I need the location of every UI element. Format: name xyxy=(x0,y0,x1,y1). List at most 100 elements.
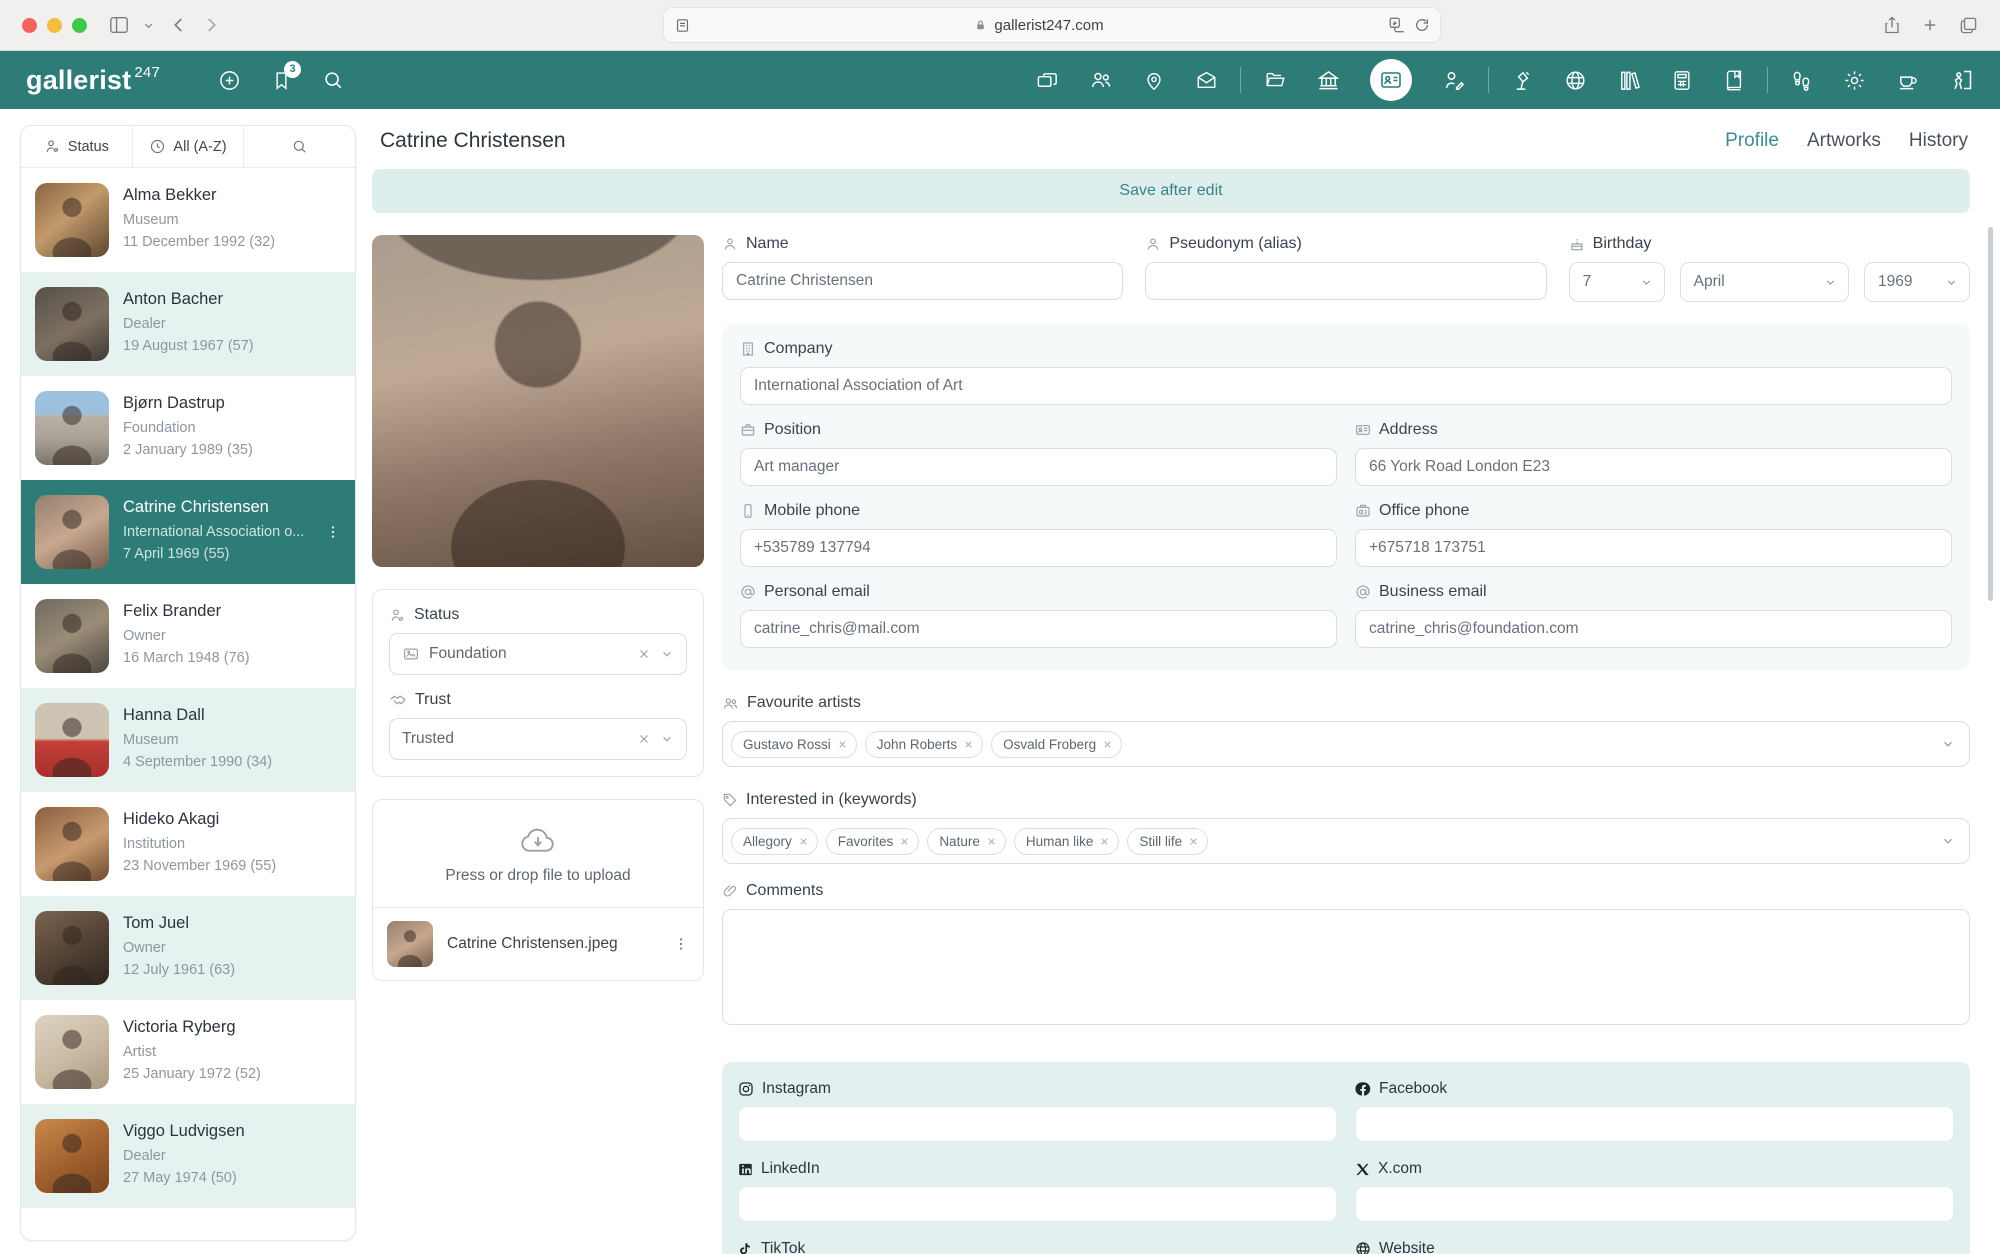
chevron-down-icon[interactable] xyxy=(143,20,154,31)
address-card-icon xyxy=(1355,422,1371,438)
keyword-chip[interactable]: Still life xyxy=(1127,828,1208,855)
footprints-icon[interactable] xyxy=(1790,69,1813,92)
contact-list-item[interactable]: Hanna DallMuseum4 September 1990 (34) xyxy=(21,688,355,792)
clear-icon[interactable] xyxy=(637,732,651,746)
contact-card-icon-active[interactable] xyxy=(1370,59,1412,101)
keyword-chip[interactable]: Human like xyxy=(1014,828,1120,855)
folder-icon[interactable] xyxy=(1263,69,1287,91)
contact-list-item[interactable]: Victoria RybergArtist25 January 1972 (52… xyxy=(21,1000,355,1104)
globe-icon[interactable] xyxy=(1564,69,1587,92)
save-after-edit-banner[interactable]: Save after edit xyxy=(372,169,1970,213)
artist-chip[interactable]: Osvald Froberg xyxy=(991,731,1122,758)
url-bar[interactable]: gallerist247.com xyxy=(663,7,1441,43)
lamp-icon[interactable] xyxy=(1511,69,1534,92)
personal-email-input[interactable] xyxy=(740,610,1337,648)
contact-list-item[interactable]: Alma BekkerMuseum11 December 1992 (32) xyxy=(21,168,355,272)
mail-icon[interactable] xyxy=(1195,69,1218,91)
favourite-artists-select[interactable]: Gustavo Rossi John Roberts Osvald Frober… xyxy=(722,721,1970,767)
name-input[interactable] xyxy=(722,262,1123,300)
chip-remove-icon[interactable] xyxy=(899,836,910,847)
comments-textarea[interactable] xyxy=(722,909,1970,1025)
tab-history[interactable]: History xyxy=(1909,130,1968,152)
calculator-icon[interactable] xyxy=(1671,69,1693,92)
attachment-menu-icon[interactable] xyxy=(673,936,689,952)
filter-status-button[interactable]: Status xyxy=(21,126,133,167)
logout-icon[interactable] xyxy=(1950,68,1974,92)
back-button[interactable] xyxy=(170,16,188,34)
close-window-button[interactable] xyxy=(22,18,37,33)
artist-chip[interactable]: Gustavo Rossi xyxy=(731,731,857,758)
contact-list-item[interactable]: Felix BranderOwner16 March 1948 (76) xyxy=(21,584,355,688)
tab-profile[interactable]: Profile xyxy=(1725,130,1779,152)
address-input[interactable] xyxy=(1355,448,1952,486)
contact-list-item[interactable]: Anton BacherDealer19 August 1967 (57) xyxy=(21,272,355,376)
keyword-chip[interactable]: Favorites xyxy=(826,828,920,855)
status-select[interactable]: Foundation xyxy=(389,633,687,675)
chevron-down-icon[interactable] xyxy=(1941,737,1955,751)
instagram-input[interactable] xyxy=(738,1106,1337,1142)
catalog-icon[interactable] xyxy=(1723,69,1745,92)
keywords-select[interactable]: Allegory Favorites Nature Human like Sti… xyxy=(722,818,1970,864)
chevron-down-icon[interactable] xyxy=(660,647,674,661)
chip-remove-icon[interactable] xyxy=(1099,836,1110,847)
forward-button[interactable] xyxy=(202,16,220,34)
office-phone-input[interactable] xyxy=(1355,529,1952,567)
chip-remove-icon[interactable] xyxy=(963,739,974,750)
sidebar-toggle-icon[interactable] xyxy=(109,16,129,34)
new-tab-icon[interactable] xyxy=(1921,16,1939,34)
tab-overview-icon[interactable] xyxy=(1959,16,1978,35)
translate-icon[interactable] xyxy=(1388,16,1406,34)
chip-remove-icon[interactable] xyxy=(986,836,997,847)
app-logo[interactable]: gallerist247 xyxy=(26,67,160,94)
reader-icon[interactable] xyxy=(674,17,691,34)
mobile-phone-input[interactable] xyxy=(740,529,1337,567)
clients-icon[interactable] xyxy=(1089,68,1113,92)
contact-list-item[interactable]: Viggo LudvigsenDealer27 May 1974 (50) xyxy=(21,1104,355,1208)
search-icon[interactable] xyxy=(322,69,344,91)
chip-remove-icon[interactable] xyxy=(798,836,809,847)
locations-icon[interactable] xyxy=(1143,69,1165,92)
contact-search-button[interactable] xyxy=(244,126,355,167)
birthday-day-select[interactable]: 7 xyxy=(1569,262,1665,302)
chevron-down-icon[interactable] xyxy=(1941,834,1955,848)
keyword-chip[interactable]: Nature xyxy=(927,828,1006,855)
screens-icon[interactable] xyxy=(1036,69,1059,92)
company-input[interactable] xyxy=(740,367,1952,405)
chip-remove-icon[interactable] xyxy=(837,739,848,750)
contact-list-item[interactable]: Tom JuelOwner12 July 1961 (63) xyxy=(21,896,355,1000)
business-email-input[interactable] xyxy=(1355,610,1952,648)
contact-more-options-icon[interactable] xyxy=(325,524,341,540)
zoom-window-button[interactable] xyxy=(72,18,87,33)
trust-select[interactable]: Trusted xyxy=(389,718,687,760)
linkedin-input[interactable] xyxy=(738,1186,1337,1222)
chip-remove-icon[interactable] xyxy=(1188,836,1199,847)
chevron-down-icon[interactable] xyxy=(660,732,674,746)
person-edit-icon[interactable] xyxy=(1442,68,1466,92)
scrollbar-thumb[interactable] xyxy=(1988,227,1993,601)
settings-icon[interactable] xyxy=(1843,69,1866,92)
contact-list-item[interactable]: Hideko AkagiInstitution23 November 1969 … xyxy=(21,792,355,896)
pseudonym-input[interactable] xyxy=(1145,262,1546,300)
coffee-icon[interactable] xyxy=(1896,69,1920,92)
museum-icon[interactable] xyxy=(1317,69,1340,92)
xcom-input[interactable] xyxy=(1355,1186,1954,1222)
keyword-chip[interactable]: Allegory xyxy=(731,828,818,855)
birthday-year-select[interactable]: 1969 xyxy=(1864,262,1970,302)
minimize-window-button[interactable] xyxy=(47,18,62,33)
clear-icon[interactable] xyxy=(637,647,651,661)
bookmarks-icon[interactable]: 3 xyxy=(271,69,292,92)
chip-remove-icon[interactable] xyxy=(1102,739,1113,750)
contact-list-item-selected[interactable]: Catrine ChristensenInternational Associa… xyxy=(21,480,355,584)
filter-sort-button[interactable]: All (A-Z) xyxy=(133,126,245,167)
library-icon[interactable] xyxy=(1617,69,1641,92)
facebook-input[interactable] xyxy=(1355,1106,1954,1142)
birthday-month-select[interactable]: April xyxy=(1680,262,1849,302)
share-icon[interactable] xyxy=(1883,15,1901,35)
add-icon[interactable] xyxy=(218,69,241,92)
position-input[interactable] xyxy=(740,448,1337,486)
upload-dropzone[interactable]: Press or drop file to upload xyxy=(373,800,703,908)
artist-chip[interactable]: John Roberts xyxy=(865,731,983,758)
contact-list-item[interactable]: Bjørn DastrupFoundation2 January 1989 (3… xyxy=(21,376,355,480)
tab-artworks[interactable]: Artworks xyxy=(1807,130,1881,152)
reload-icon[interactable] xyxy=(1414,17,1430,33)
